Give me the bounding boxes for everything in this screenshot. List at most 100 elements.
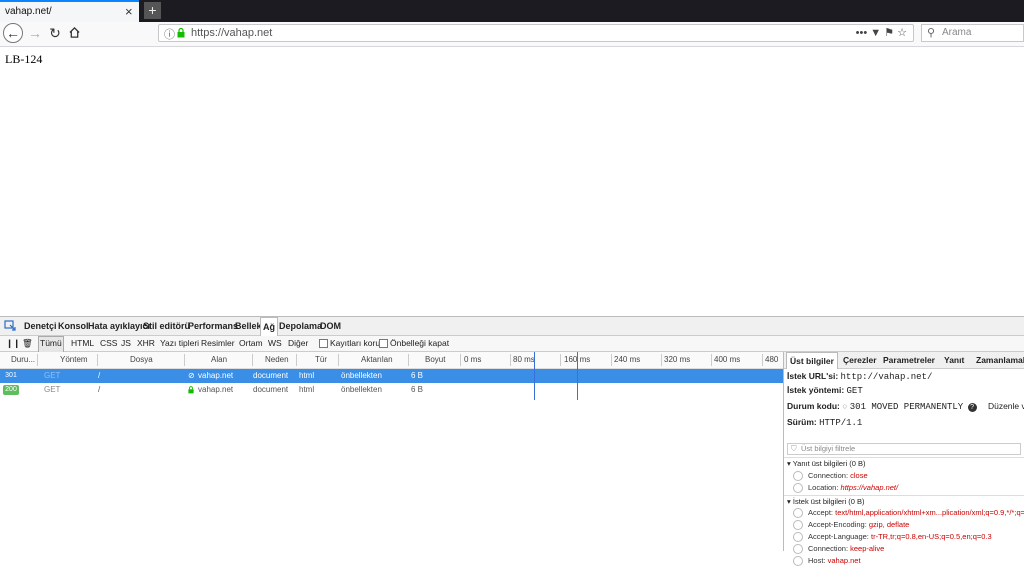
request-transferred: önbellekten [341,385,382,394]
column-separator [184,354,185,366]
filter-xhr[interactable]: XHR [137,336,155,351]
trash-icon[interactable]: 🗑 [22,336,33,351]
header-value: gzip, deflate [868,520,910,529]
column-separator [338,354,339,366]
status-code-label: Durum kodu: [787,401,840,411]
filter-images[interactable]: Resimler [201,336,235,351]
header-info-icon[interactable] [793,483,803,494]
request-url-label: İstek URL'si: [787,371,839,381]
search-box[interactable]: ⚲ Arama [921,24,1024,42]
response-header-row: Location: https://vahap.net/ [784,482,1024,494]
help-icon[interactable]: ? [967,403,977,412]
filter-ws[interactable]: WS [268,336,282,351]
column-method[interactable]: Yöntem [60,352,88,368]
tab-memory[interactable]: Bellek [233,317,264,335]
timeline-tick: 320 ms [664,355,691,364]
request-method-value: GET [846,386,863,396]
disable-cache-checkbox[interactable]: Önbelleği kapat [379,336,449,351]
lock-icon[interactable] [177,28,185,38]
status-code-value: 301 MOVED PERMANENTLY [849,402,964,412]
column-type[interactable]: Tür [315,352,327,368]
tab-performance[interactable]: Performans [186,317,240,335]
version-line: Sürüm: HTTP/1.1 [787,417,862,428]
pause-icon[interactable]: ❙❙ [6,336,20,351]
filter-all[interactable]: Tümü [38,336,64,353]
filter-fonts[interactable]: Yazı tipleri [160,336,199,351]
info-icon[interactable]: ⓘ [164,26,175,42]
request-headers-title: İstek üst bilgileri (0 B) [792,497,865,506]
timeline-separator [711,354,712,366]
column-size[interactable]: Boyut [425,352,445,368]
request-type: html [299,385,315,394]
home-button[interactable] [65,24,83,42]
request-domain: vahap.net [198,385,234,394]
tab-style-editor[interactable]: Stil editörü [141,317,192,335]
tab-inspector[interactable]: Denetçi [22,317,59,335]
new-tab-button[interactable]: + [144,2,161,19]
filter-css[interactable]: CSS [100,336,117,351]
filter-html[interactable]: HTML [71,336,94,351]
header-key: Accept: [808,508,834,517]
request-row-selected[interactable]: 301 GET / ⊘ vahap.net document html önbe… [0,369,783,383]
tab-params[interactable]: Parametreler [883,352,935,368]
request-size: 6 B [411,385,424,394]
header-info-icon[interactable] [793,471,803,482]
column-separator [37,354,38,366]
response-headers-section[interactable]: ▾ Yanıt üst bilgileri (0 B) [784,457,1024,469]
navigation-toolbar: ← → ↻ ⓘ https://vahap.net ••• ▼ ⚑ ☆ ⚲ Ar… [0,22,1024,47]
header-info-icon[interactable] [793,520,803,531]
request-method-line: İstek yöntemi: GET [787,385,863,396]
page-actions-icons[interactable]: ••• ▼ ⚑ ☆ [856,26,907,39]
lock-icon [188,386,194,394]
back-button[interactable]: ← [3,23,23,43]
header-info-icon[interactable] [793,556,803,567]
tab-storage[interactable]: Depolama [277,317,324,335]
header-value: https://vahap.net/ [840,483,899,492]
collapse-triangle-icon: ▾ [787,459,791,468]
filter-other[interactable]: Diğer [288,336,308,351]
status-badge: 200 [3,385,19,395]
close-tab-icon[interactable]: × [125,4,133,19]
filter-media[interactable]: Ortam [239,336,263,351]
browser-tab[interactable]: vahap.net/ × [0,0,139,22]
tab-timings[interactable]: Zamanlamala [976,352,1024,368]
header-info-icon[interactable] [793,508,803,519]
edit-resend-button[interactable]: Düzenle ve ye [988,401,1024,411]
header-info-icon[interactable] [793,532,803,543]
pick-element-icon[interactable] [4,320,16,332]
header-key: Host: [808,556,826,565]
tab-title: vahap.net/ [5,6,52,17]
request-url-line: İstek URL'si: http://vahap.net/ [787,371,932,382]
filter-js[interactable]: JS [121,336,131,351]
header-filter-input[interactable]: ⛉ Üst bilgiyi filtrele [787,443,1021,455]
request-method: GET [44,385,61,394]
tab-response[interactable]: Yanıt [944,352,964,368]
persist-logs-checkbox[interactable]: Kayıtları koru [319,336,380,351]
column-file[interactable]: Dosya [130,352,153,368]
devtools-toolbar: Denetçi Konsol Hata ayıklayıcı Stil edit… [0,317,1024,336]
header-value: text/html,application/xhtml+xm...plicati… [835,508,1024,517]
tab-network[interactable]: Ağ [260,317,278,336]
header-value: close [850,471,868,480]
timeline-tick: 480 m [765,355,779,380]
column-status[interactable]: Duru... [11,352,35,368]
status-code-line: Durum kodu: ○ 301 MOVED PERMANENTLY ? Dü… [787,401,1024,412]
column-transferred[interactable]: Aktarılan [361,352,393,368]
timeline-separator [762,354,763,366]
tab-cookies[interactable]: Çerezler [843,352,877,368]
tab-dom[interactable]: DOM [318,317,343,335]
forward-button[interactable]: → [26,24,44,42]
request-headers-section[interactable]: ▾ İstek üst bilgileri (0 B) [784,495,1024,507]
url-bar[interactable]: ⓘ https://vahap.net ••• ▼ ⚑ ☆ [158,24,914,42]
reload-button[interactable]: ↻ [46,24,64,42]
column-cause[interactable]: Neden [265,352,289,368]
tab-headers[interactable]: Üst bilgiler [786,352,838,369]
collapse-triangle-icon: ▾ [787,497,791,506]
status-indicator-icon: ○ [842,401,848,411]
header-info-icon[interactable] [793,544,803,555]
column-domain[interactable]: Alan [211,352,227,368]
request-row[interactable]: 200 GET / vahap.net document html önbell… [0,383,783,397]
devtools-panel: Denetçi Konsol Hata ayıklayıcı Stil edit… [0,316,1024,567]
insecure-icon: ⊘ [188,371,195,380]
column-separator [252,354,253,366]
